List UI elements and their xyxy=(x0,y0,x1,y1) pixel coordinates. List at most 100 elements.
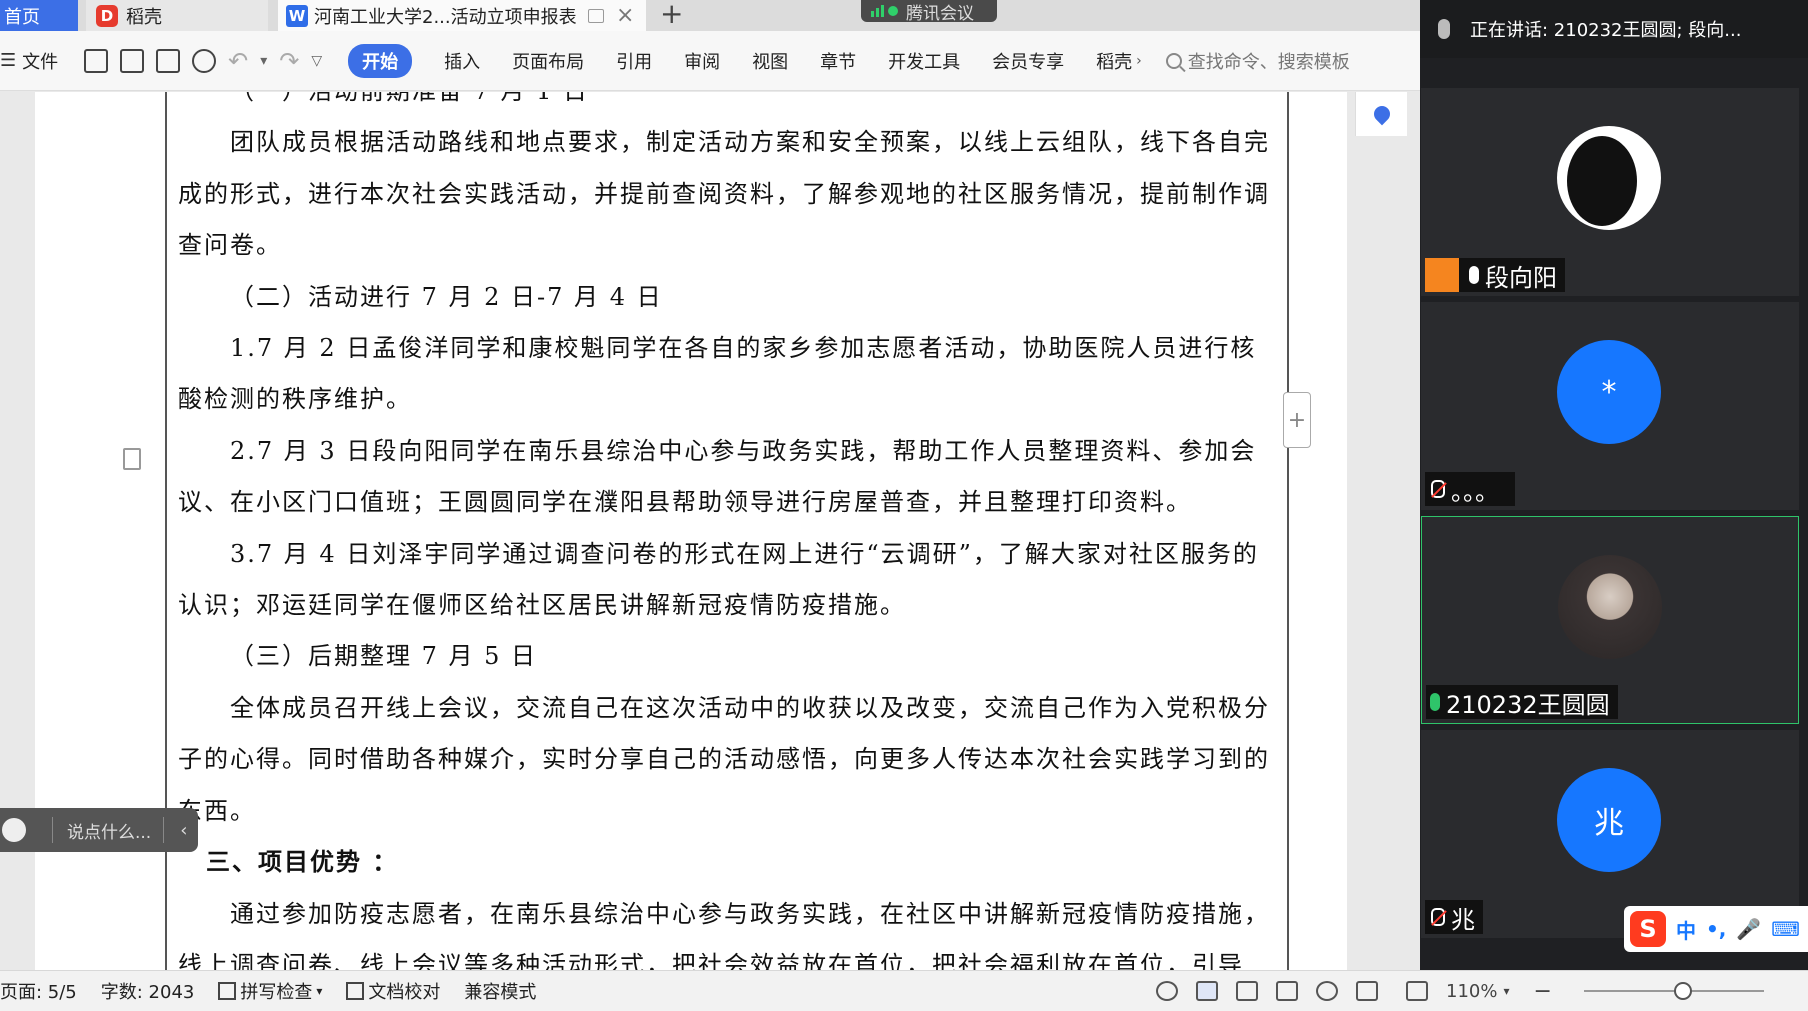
doc-compare-button[interactable]: 文档校对 xyxy=(346,978,440,1004)
web-view-icon[interactable] xyxy=(1316,981,1338,1001)
sogou-logo-icon[interactable]: S xyxy=(1630,911,1666,947)
emoji-icon[interactable] xyxy=(2,818,26,842)
participant-name: 210232王圆圆 xyxy=(1446,690,1610,719)
participant-nametag: 210232王圆圆 xyxy=(1426,685,1618,719)
chat-placeholder[interactable]: 说点什么... xyxy=(67,818,151,843)
print-icon[interactable] xyxy=(156,48,181,73)
ribbon-tab-member[interactable]: 会员专享 xyxy=(992,48,1064,74)
add-comment-button[interactable]: + xyxy=(1283,392,1311,448)
section-heading[interactable]: 三、项目优势 ： xyxy=(178,837,1278,888)
ribbon-more-icon[interactable]: › xyxy=(1136,53,1142,69)
status-bar-view-controls: 110% ▾ − xyxy=(1156,971,1764,1011)
participant-nametag: 。。。 xyxy=(1425,472,1515,506)
zoom-out-button[interactable]: − xyxy=(1534,979,1552,1004)
avatar: 兆 xyxy=(1557,768,1661,872)
undo-dropdown-icon[interactable]: ▾ xyxy=(260,53,267,69)
fit-page-icon[interactable] xyxy=(1406,981,1428,1001)
participant-nametag: 兆 xyxy=(1425,900,1483,934)
ime-voice-icon[interactable]: 🎤 xyxy=(1736,917,1761,941)
tab-daoke-label: 稻壳 xyxy=(126,6,162,28)
spell-check-toggle[interactable]: 拼写检查 ▾ xyxy=(218,978,322,1004)
ribbon-tab-home[interactable]: 开始 xyxy=(348,43,413,78)
ribbon-tab-page-layout[interactable]: 页面布局 xyxy=(512,48,584,74)
location-button[interactable] xyxy=(1355,92,1407,136)
ime-language[interactable]: 中 xyxy=(1676,915,1696,944)
ime-toolbar[interactable]: S 中 •, 🎤 ⌨ xyxy=(1624,906,1808,952)
chat-separator xyxy=(52,817,53,843)
participant-tile[interactable]: 210232王圆圆 xyxy=(1421,516,1799,724)
mic-on-icon xyxy=(1469,266,1479,284)
save-icon[interactable] xyxy=(84,48,109,73)
zoom-dropdown-icon[interactable]: ▾ xyxy=(1503,984,1509,998)
body-paragraph[interactable]: 全体成员召开线上会议，交流自己在这次活动中的收获以及改变，交流自己作为入党积极分… xyxy=(178,683,1278,837)
document-area[interactable]: （一）活动前期准备 7 月 1 日团队成员根据活动路线和地点要求，制定活动方案和… xyxy=(0,92,1420,970)
meeting-badge[interactable]: 腾讯会议 xyxy=(861,0,997,24)
doc-compare-icon xyxy=(346,982,365,1000)
body-paragraph[interactable]: 1.7 月 2 日孟俊洋同学和康校魁同学在各自的家乡参加志愿者活动，协助医院人员… xyxy=(178,323,1278,426)
tab-daoke[interactable]: D 稻壳 xyxy=(86,0,268,31)
ime-punctuation[interactable]: •, xyxy=(1706,917,1726,941)
speaking-label: 正在讲话: 210232王圆圆; 段向... xyxy=(1470,20,1742,41)
ribbon-tab-insert[interactable]: 插入 xyxy=(444,48,480,74)
file-menu[interactable]: ☰ 文件 xyxy=(0,48,58,74)
writer-logo-icon: W xyxy=(286,4,308,27)
mic-speaking-icon xyxy=(1430,693,1440,711)
zoom-level[interactable]: 110% xyxy=(1446,981,1497,1002)
status-bar: 页面: 5/5 字数: 2043 拼写检查 ▾ 文档校对 兼容模式 110% ▾… xyxy=(0,970,1808,1011)
compat-mode: 兼容模式 xyxy=(464,982,537,1003)
ribbon-tab-developer[interactable]: 开发工具 xyxy=(888,48,960,74)
host-person-icon xyxy=(1425,258,1459,292)
ribbon-tab-review[interactable]: 审阅 xyxy=(684,48,720,74)
eye-protection-icon[interactable] xyxy=(1156,981,1178,1001)
paragraph-menu-icon[interactable] xyxy=(123,448,141,470)
command-search-placeholder: 查找命令、搜索模板 xyxy=(1187,51,1350,73)
body-paragraph[interactable]: 通过参加防疫志愿者，在南乐县综治中心参与政务实践，在社区中讲解新冠疫情防疫措施，… xyxy=(178,889,1278,971)
undo-icon[interactable]: ↶ xyxy=(228,47,248,75)
subsection-heading[interactable]: （一）活动前期准备 7 月 1 日 xyxy=(178,92,1278,117)
tab-home-label: 首页 xyxy=(4,6,40,28)
subsection-heading[interactable]: （三）后期整理 7 月 5 日 xyxy=(178,631,1278,682)
document-body[interactable]: （一）活动前期准备 7 月 1 日团队成员根据活动路线和地点要求，制定活动方案和… xyxy=(178,92,1278,970)
tab-window-icon[interactable] xyxy=(588,8,604,23)
subsection-heading[interactable]: （二）活动进行 7 月 2 日-7 月 4 日 xyxy=(178,272,1278,323)
body-paragraph[interactable]: 团队成员根据活动路线和地点要求，制定活动方案和安全预案，以线上云组队，线下各自完… xyxy=(178,117,1278,271)
meeting-badge-label: 腾讯会议 xyxy=(906,3,974,24)
search-icon xyxy=(1165,52,1182,69)
reading-view-icon[interactable] xyxy=(1276,981,1298,1001)
export-pdf-icon[interactable] xyxy=(120,48,145,73)
new-tab-button[interactable]: + xyxy=(660,0,683,31)
command-search[interactable]: 查找命令、搜索模板 xyxy=(1165,48,1350,74)
location-pin-icon xyxy=(1370,102,1393,126)
print-preview-icon[interactable] xyxy=(192,48,217,73)
body-paragraph[interactable]: 2.7 月 3 日段向阳同学在南乐县综治中心参与政务实践，帮助工作人员整理资料、… xyxy=(178,426,1278,529)
ribbon-tab-references[interactable]: 引用 xyxy=(616,48,652,74)
body-paragraph[interactable]: 3.7 月 4 日刘泽宇同学通过调查问卷的形式在网上进行“云调研”，了解大家对社… xyxy=(178,529,1278,632)
tab-close-icon[interactable]: × xyxy=(616,3,634,28)
ribbon-tab-view[interactable]: 视图 xyxy=(752,48,788,74)
chevron-left-icon[interactable]: ‹ xyxy=(180,820,187,841)
quick-access-dropdown-icon[interactable]: ▽ xyxy=(311,53,322,69)
participant-tile[interactable]: 段向阳 xyxy=(1421,88,1799,296)
page-view-icon[interactable] xyxy=(1196,981,1218,1001)
redo-icon[interactable]: ↷ xyxy=(279,47,299,75)
screen: 首页 D 稻壳 W 河南工业大学2...活动立项申报表 × + 腾讯会议 ☰ 文… xyxy=(0,0,1808,1011)
zoom-slider[interactable] xyxy=(1583,982,1764,1000)
spell-check-dropdown-icon[interactable]: ▾ xyxy=(316,984,322,998)
speaking-indicator: 正在讲话: 210232王圆圆; 段向... xyxy=(1420,0,1808,58)
tab-document[interactable]: W 河南工业大学2...活动立项申报表 × xyxy=(278,0,646,31)
participant-tile[interactable]: * 。。。 xyxy=(1421,302,1799,510)
ime-keyboard-icon[interactable]: ⌨ xyxy=(1771,917,1800,941)
mic-muted-icon xyxy=(1431,480,1445,498)
outline-view-icon[interactable] xyxy=(1236,981,1258,1001)
participant-nametag: 段向阳 xyxy=(1425,258,1565,292)
tab-home[interactable]: 首页 xyxy=(0,0,78,31)
file-menu-label: 文件 xyxy=(22,51,59,73)
ribbon-tab-daoke[interactable]: 稻壳 xyxy=(1096,48,1132,74)
chat-input-bar[interactable]: 说点什么... ‹ xyxy=(0,808,198,852)
ribbon-tab-section[interactable]: 章节 xyxy=(820,48,856,74)
page-indicator[interactable]: 页面: 5/5 xyxy=(0,978,77,1004)
zoom-slider-handle[interactable] xyxy=(1673,982,1692,1000)
word-count[interactable]: 字数: 2043 xyxy=(101,978,195,1004)
pen-icon[interactable] xyxy=(1356,981,1378,1001)
document-page[interactable]: （一）活动前期准备 7 月 1 日团队成员根据活动路线和地点要求，制定活动方案和… xyxy=(35,92,1347,970)
